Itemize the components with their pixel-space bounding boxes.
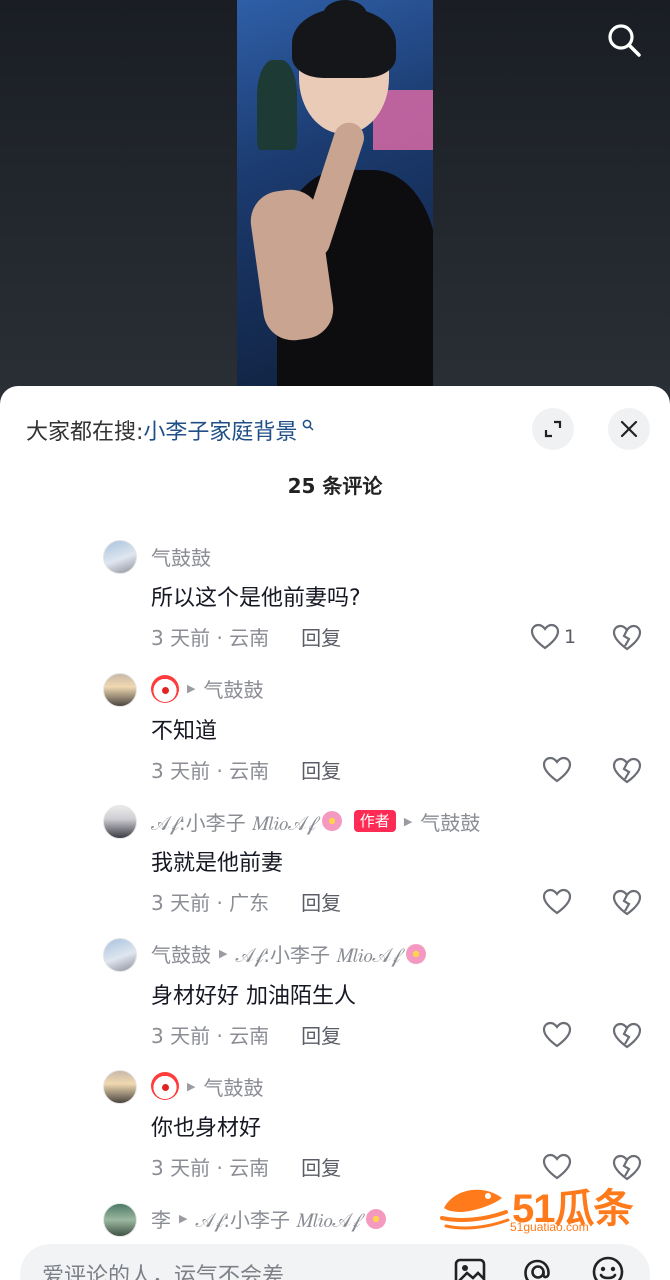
thumb-plant: [257, 60, 297, 150]
like-button[interactable]: 1: [530, 622, 590, 652]
comment-time-location: 3 天前 · 云南: [151, 626, 270, 650]
comment-meta: 气鼓鼓: [151, 542, 211, 570]
close-icon: [620, 420, 638, 438]
comment-username[interactable]: 气鼓鼓: [151, 542, 211, 571]
comment-item: 𝒜𝒻:小李子 𝑀𝑙𝑖𝑜𝒜𝒻 作者 ▶ 气鼓鼓 我就是他前妻 3 天前 · 广东 …: [0, 801, 670, 934]
flower-emoji-icon: [404, 942, 428, 966]
dislike-button[interactable]: [612, 889, 642, 919]
broken-heart-icon: [612, 624, 642, 651]
avatar[interactable]: [103, 540, 137, 574]
heart-icon: [530, 623, 560, 650]
comment-footer: 3 天前 · 广东 回复: [151, 887, 341, 916]
comment-text[interactable]: 你也身材好: [151, 1110, 261, 1142]
reply-button[interactable]: 回复: [301, 622, 341, 651]
avatar[interactable]: [103, 1070, 137, 1104]
sheet-header: 大家都在搜:小李子家庭背景 25 条评论: [0, 386, 670, 504]
clown-emoji-icon: [151, 1072, 179, 1100]
thumb-hair-bun: [323, 0, 367, 30]
comment-meta: 李 ▶ 𝒜𝒻:小李子 𝑀𝑙𝑖𝑜𝒜𝒻: [151, 1205, 388, 1233]
comment-meta: 𝒜𝒻:小李子 𝑀𝑙𝑖𝑜𝒜𝒻 作者 ▶ 气鼓鼓: [151, 807, 480, 835]
reply-button[interactable]: 回复: [301, 1020, 341, 1049]
comment-username[interactable]: 李: [151, 1204, 171, 1233]
comment-input[interactable]: 爱评论的人，运气不会差: [42, 1258, 284, 1280]
reply-arrow-icon: ▶: [179, 1212, 188, 1225]
broken-heart-icon: [612, 889, 642, 916]
reply-arrow-icon: ▶: [187, 1079, 196, 1093]
watermark-logo: 51瓜条 51guatiao.com: [440, 1176, 650, 1238]
video-area[interactable]: [0, 0, 670, 400]
dislike-button[interactable]: [612, 1022, 642, 1052]
like-count: 1: [564, 626, 577, 648]
comment-username[interactable]: 气鼓鼓: [151, 939, 211, 968]
broken-heart-icon: [612, 757, 642, 783]
comment-meta: ▶ 气鼓鼓: [151, 1072, 263, 1100]
comment-footer: 3 天前 · 云南 回复: [151, 755, 341, 784]
video-thumbnail[interactable]: [237, 0, 433, 388]
reply-to-username[interactable]: 𝒜𝒻:小李子 𝑀𝑙𝑖𝑜𝒜𝒻: [235, 939, 400, 968]
hot-search[interactable]: 大家都在搜:小李子家庭背景: [26, 414, 314, 446]
heart-icon: [542, 756, 572, 782]
comment-input-bar[interactable]: 爱评论的人，运气不会差: [20, 1244, 650, 1280]
dislike-button[interactable]: [612, 757, 642, 787]
expand-icon: [544, 420, 562, 438]
reply-arrow-icon: ▶: [403, 814, 413, 828]
comment-item: 气鼓鼓 所以这个是他前妻吗? 3 天前 · 云南 回复 1: [0, 536, 670, 669]
reply-arrow-icon: ▶: [219, 947, 228, 960]
comment-footer: 3 天前 · 云南 回复: [151, 622, 341, 651]
comment-time-location: 3 天前 · 云南: [151, 758, 270, 783]
reply-to-username[interactable]: 气鼓鼓: [203, 674, 263, 703]
hot-search-icon: [297, 419, 314, 435]
comment-text[interactable]: 我就是他前妻: [151, 845, 283, 877]
comment-time-location: 3 天前 · 云南: [151, 1023, 270, 1048]
dislike-button[interactable]: [612, 624, 642, 654]
comment-footer: 3 天前 · 云南 回复: [151, 1152, 341, 1181]
comment-time-location: 3 天前 · 广东: [151, 891, 270, 915]
reply-button[interactable]: 回复: [301, 1152, 341, 1181]
reply-to-username[interactable]: 气鼓鼓: [203, 1072, 263, 1101]
comment-text[interactable]: 身材好好 加油陌生人: [151, 978, 356, 1010]
author-badge: 作者: [353, 810, 396, 832]
avatar[interactable]: [103, 1202, 137, 1237]
flower-emoji-icon: [364, 1207, 388, 1231]
like-button[interactable]: [542, 1020, 602, 1050]
comment-sheet: 大家都在搜:小李子家庭背景 25 条评论 气鼓鼓 所以这个是他前妻吗? 3 天前…: [0, 386, 670, 1280]
comment-text[interactable]: 所以这个是他前妻吗?: [151, 580, 361, 612]
reply-arrow-icon: ▶: [187, 682, 196, 695]
reply-to-username[interactable]: 气鼓鼓: [420, 807, 480, 836]
emoji-icon[interactable]: [590, 1254, 626, 1280]
comment-time-location: 3 天前 · 云南: [151, 1156, 270, 1180]
avatar[interactable]: [103, 937, 137, 972]
comment-item: ▶ 气鼓鼓 不知道 3 天前 · 云南 回复: [0, 669, 670, 802]
close-button[interactable]: [608, 408, 650, 450]
comment-item: 气鼓鼓 ▶ 𝒜𝒻:小李子 𝑀𝑙𝑖𝑜𝒜𝒻 身材好好 加油陌生人 3 天前 · 云南…: [0, 934, 670, 1067]
expand-button[interactable]: [532, 408, 574, 450]
image-icon[interactable]: [452, 1254, 488, 1280]
comment-username[interactable]: 𝒜𝒻:小李子 𝑀𝑙𝑖𝑜𝒜𝒻: [151, 807, 316, 836]
like-button[interactable]: [542, 887, 602, 917]
search-icon[interactable]: [604, 20, 644, 60]
clown-emoji-icon: [151, 674, 179, 703]
avatar[interactable]: [103, 805, 137, 839]
comment-count: 25 条评论: [287, 474, 383, 498]
comment-meta: 气鼓鼓 ▶ 𝒜𝒻:小李子 𝑀𝑙𝑖𝑜𝒜𝒻: [151, 940, 428, 968]
comment-meta: ▶ 气鼓鼓: [151, 674, 263, 703]
broken-heart-icon: [612, 1022, 642, 1048]
reply-button[interactable]: 回复: [301, 887, 341, 916]
heart-icon: [542, 888, 572, 915]
comment-list: 气鼓鼓 所以这个是他前妻吗? 3 天前 · 云南 回复 1 ▶ 气鼓鼓 不知道 …: [0, 536, 670, 1280]
heart-icon: [542, 1021, 572, 1047]
watermark-url: 51guatiao.com: [510, 1220, 589, 1234]
comment-text[interactable]: 不知道: [151, 713, 217, 745]
avatar[interactable]: [103, 672, 137, 707]
flower-emoji-icon: [320, 809, 344, 833]
like-button[interactable]: [542, 755, 602, 785]
watermark-fish-icon: [440, 1189, 510, 1230]
hot-search-term[interactable]: 小李子家庭背景: [143, 420, 297, 445]
at-icon[interactable]: [520, 1254, 556, 1280]
reply-button[interactable]: 回复: [301, 755, 341, 784]
hot-search-prefix: 大家都在搜:: [26, 420, 144, 445]
reply-to-username[interactable]: 𝒜𝒻:小李子 𝑀𝑙𝑖𝑜𝒜𝒻: [195, 1204, 360, 1233]
comment-footer: 3 天前 · 云南 回复: [151, 1020, 341, 1049]
